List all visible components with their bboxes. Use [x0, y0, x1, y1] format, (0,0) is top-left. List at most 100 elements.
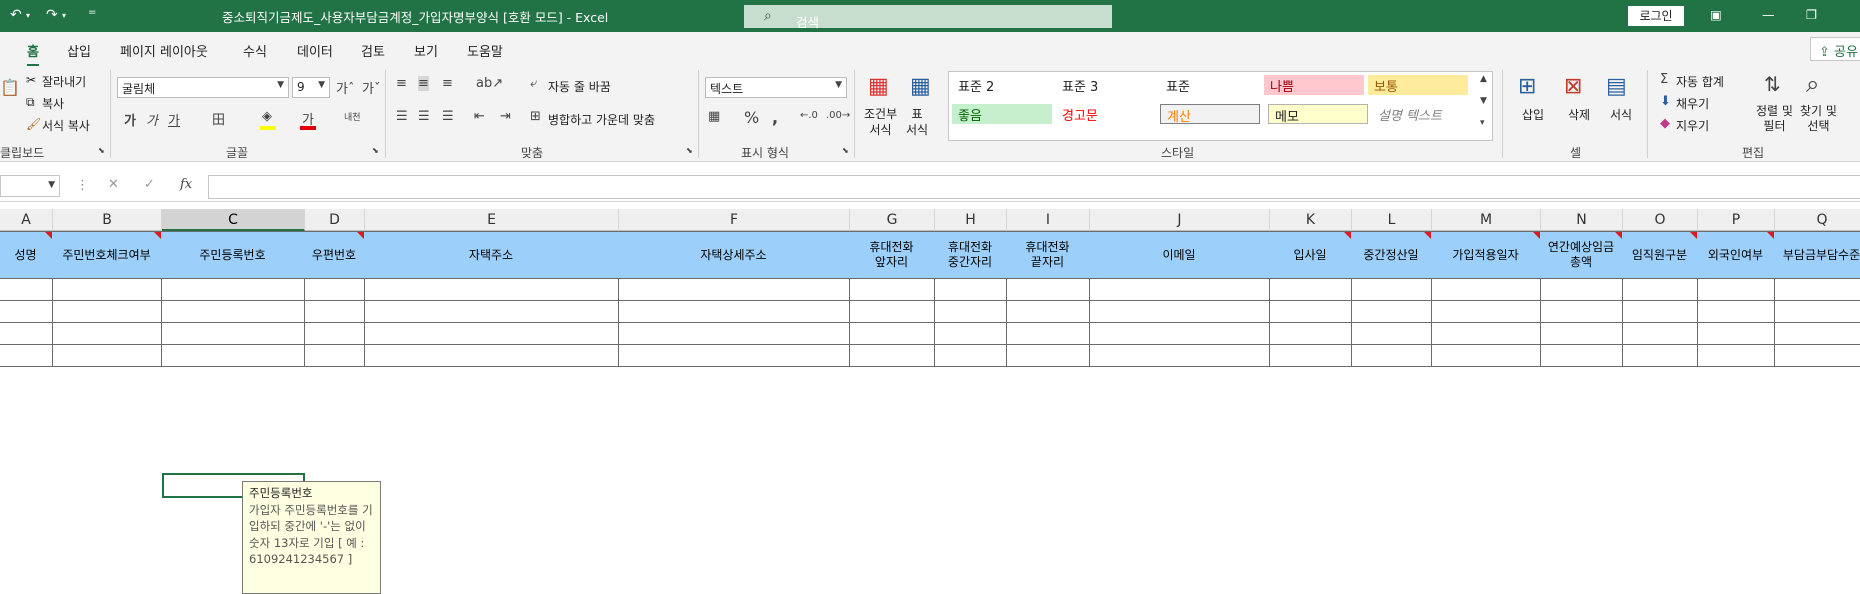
autosum-icon[interactable]: Σ: [1660, 72, 1668, 87]
data-cell[interactable]: [1698, 279, 1775, 301]
align-left-icon[interactable]: ☰: [396, 109, 408, 124]
header-cell[interactable]: 이메일: [1089, 231, 1270, 279]
cell-style-bad[interactable]: 나쁨: [1264, 75, 1364, 95]
column-header-h[interactable]: H: [935, 209, 1007, 231]
format-as-table-icon[interactable]: ▦: [910, 74, 931, 99]
fill-color-icon[interactable]: ◈: [262, 109, 272, 124]
format-as-table-label[interactable]: 표 서식: [906, 106, 928, 138]
data-cell[interactable]: [850, 279, 935, 301]
increase-indent-icon[interactable]: ⇥: [500, 109, 511, 124]
data-cell[interactable]: [1352, 345, 1432, 367]
data-cell[interactable]: [1090, 301, 1270, 323]
name-box[interactable]: ▼: [0, 175, 60, 197]
increase-font-icon[interactable]: 가ˆ: [336, 78, 354, 97]
gallery-scroll-down-icon[interactable]: ▼: [1480, 96, 1487, 106]
percent-icon[interactable]: %: [744, 108, 759, 127]
cell-style-normal-3[interactable]: 표준 3: [1056, 75, 1156, 95]
decrease-indent-icon[interactable]: ⇤: [474, 109, 485, 124]
data-cell[interactable]: [0, 323, 53, 345]
data-cell[interactable]: [850, 345, 935, 367]
gallery-scroll-up-icon[interactable]: ▲: [1480, 74, 1487, 84]
format-cells-icon[interactable]: ▤: [1606, 74, 1627, 99]
data-cell[interactable]: [850, 323, 935, 345]
format-cells-label[interactable]: 서식: [1610, 106, 1632, 123]
data-cell[interactable]: [365, 323, 619, 345]
redo-icon[interactable]: ↷: [46, 7, 58, 23]
data-cell[interactable]: [1090, 345, 1270, 367]
data-cell[interactable]: [305, 279, 365, 301]
column-header-k[interactable]: K: [1270, 209, 1352, 231]
quick-access-customize-icon[interactable]: =: [88, 7, 96, 18]
data-cell[interactable]: [1698, 345, 1775, 367]
column-header-d[interactable]: D: [305, 209, 365, 231]
data-cell[interactable]: [162, 279, 305, 301]
merge-center-icon[interactable]: ⊞: [530, 109, 541, 124]
bold-icon[interactable]: 가: [124, 110, 136, 129]
number-launcher-icon[interactable]: ⬊: [842, 146, 849, 155]
data-cell[interactable]: [619, 345, 850, 367]
column-header-o[interactable]: O: [1623, 209, 1698, 231]
paste-icon[interactable]: 📋: [0, 78, 20, 97]
undo-icon[interactable]: ↶: [10, 7, 22, 23]
redo-dropdown-icon[interactable]: ▾: [62, 11, 66, 20]
column-header-m[interactable]: M: [1432, 209, 1541, 231]
cell-style-explanatory[interactable]: 설명 텍스트: [1372, 104, 1472, 124]
data-cell[interactable]: [619, 279, 850, 301]
data-cell[interactable]: [1352, 279, 1432, 301]
italic-icon[interactable]: 가: [146, 110, 158, 129]
column-header-f[interactable]: F: [619, 209, 850, 231]
header-cell[interactable]: 외국인여부: [1697, 231, 1775, 279]
align-right-icon[interactable]: ☰: [442, 109, 454, 124]
insert-cells-icon[interactable]: ⊞: [1518, 74, 1536, 99]
data-cell[interactable]: [935, 345, 1007, 367]
conditional-formatting-icon[interactable]: ▦: [868, 74, 889, 99]
data-cell[interactable]: [1352, 323, 1432, 345]
cut-label[interactable]: 잘라내기: [42, 73, 86, 90]
align-bottom-icon[interactable]: ≡: [442, 76, 453, 91]
align-middle-icon[interactable]: ≡: [418, 76, 429, 91]
data-cell[interactable]: [305, 345, 365, 367]
header-cell[interactable]: 연간예상임금 총액: [1540, 231, 1623, 279]
font-name-select[interactable]: 굴림체 ▼: [117, 77, 289, 98]
data-cell[interactable]: [1432, 345, 1541, 367]
data-cell[interactable]: [1270, 301, 1352, 323]
gallery-more-icon[interactable]: ▾: [1480, 118, 1485, 128]
data-cell[interactable]: [1007, 279, 1090, 301]
header-cell[interactable]: 휴대전화 끝자리: [1006, 231, 1090, 279]
formula-input[interactable]: [208, 175, 1860, 199]
cell-style-note[interactable]: 메모: [1268, 104, 1368, 124]
data-cell[interactable]: [1352, 301, 1432, 323]
find-select-icon[interactable]: ⌕: [1806, 70, 1819, 98]
ribbon-display-icon[interactable]: ▣: [1710, 7, 1722, 22]
header-cell[interactable]: 주민등록번호: [161, 231, 305, 279]
data-cell[interactable]: [1775, 345, 1860, 367]
header-cell[interactable]: 자택주소: [364, 231, 619, 279]
align-center-icon[interactable]: ☰: [418, 109, 430, 124]
tab-data[interactable]: 데이터: [297, 41, 333, 60]
sort-filter-label[interactable]: 정렬 및 필터: [1756, 104, 1793, 134]
data-cell[interactable]: [1623, 301, 1698, 323]
data-cell[interactable]: [365, 279, 619, 301]
copy-label[interactable]: 복사: [42, 95, 64, 112]
tab-page-layout[interactable]: 페이지 레이아웃: [120, 41, 208, 60]
copy-icon[interactable]: ⧉: [26, 95, 35, 110]
decrease-decimal-icon[interactable]: .00→: [826, 110, 850, 121]
header-cell[interactable]: 임직원구분: [1622, 231, 1698, 279]
confirm-entry-icon[interactable]: ✓: [144, 177, 155, 192]
delete-cells-icon[interactable]: ⊠: [1564, 74, 1582, 99]
font-size-select[interactable]: 9 ▼: [292, 77, 330, 98]
data-cell[interactable]: [1270, 345, 1352, 367]
clear-label[interactable]: 지우기: [1676, 117, 1709, 134]
header-cell[interactable]: 자택상세주소: [618, 231, 850, 279]
accounting-format-icon[interactable]: ▦: [708, 109, 720, 124]
number-format-select[interactable]: 텍스트 ▼: [705, 77, 847, 98]
data-cell[interactable]: [1623, 323, 1698, 345]
data-cell[interactable]: [1007, 323, 1090, 345]
header-cell[interactable]: 휴대전화 앞자리: [849, 231, 935, 279]
fill-icon[interactable]: ⬇: [1660, 94, 1671, 109]
alignment-launcher-icon[interactable]: ⬊: [686, 146, 693, 155]
column-header-a[interactable]: A: [0, 209, 53, 231]
tab-insert[interactable]: 삽입: [67, 41, 91, 60]
insert-function-icon[interactable]: fx: [180, 177, 192, 192]
data-cell[interactable]: [162, 345, 305, 367]
